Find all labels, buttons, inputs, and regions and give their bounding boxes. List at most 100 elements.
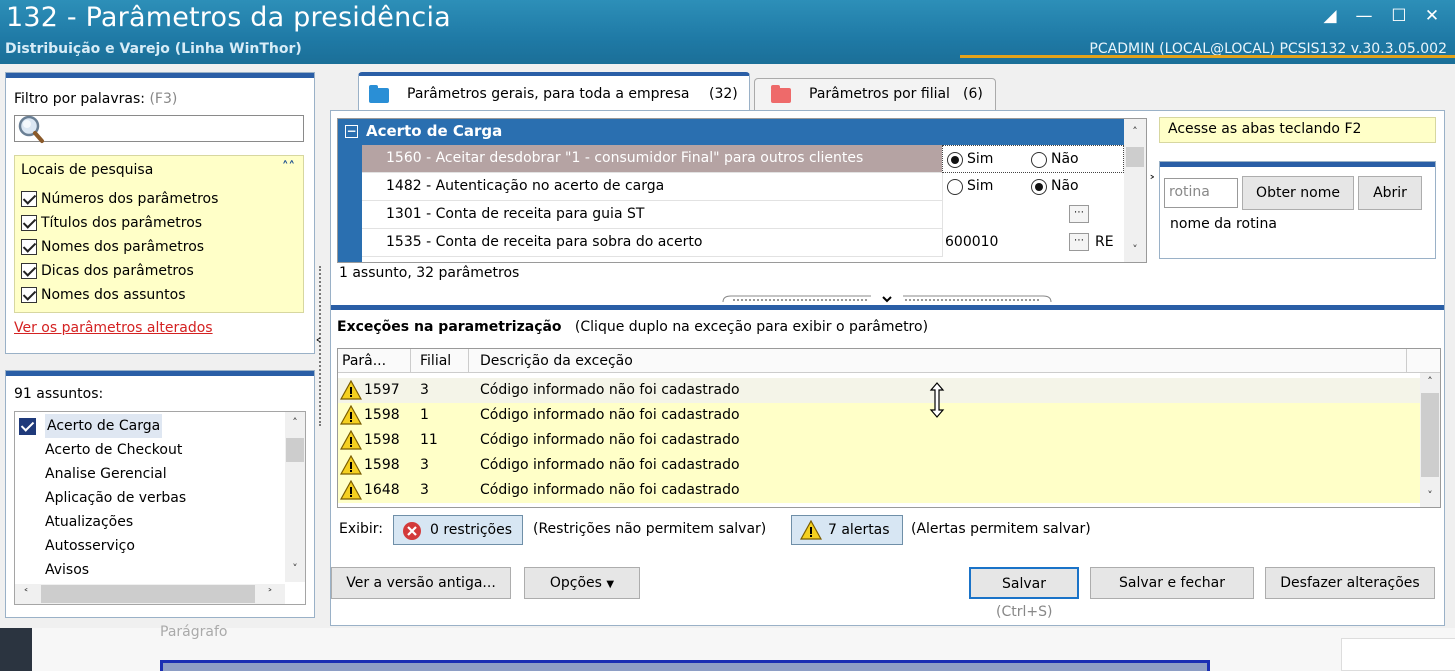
param-value: 600010: [945, 234, 999, 250]
panel-accent-bar: [6, 371, 314, 376]
col-header[interactable]: Descrição da exceção: [480, 353, 633, 369]
maximize-button[interactable]: ☐: [1385, 4, 1413, 28]
checkbox-checked[interactable]: [21, 191, 37, 207]
tab-branch-params[interactable]: Parâmetros por filial (6): [754, 78, 996, 112]
param-row[interactable]: 1560 - Aceitar desdobrar "1 - consumidor…: [362, 145, 1124, 173]
param-row[interactable]: 1482 - Autenticação no acerto de carga S…: [362, 173, 1124, 201]
checkbox-checked[interactable]: [21, 239, 37, 255]
checkbox-checked[interactable]: [21, 263, 37, 279]
scroll-down-icon[interactable]: ˅: [1421, 487, 1439, 505]
option-numeros[interactable]: Números dos parâmetros: [21, 188, 218, 210]
horizontal-splitter[interactable]: [721, 294, 1053, 304]
scroll-thumb[interactable]: [41, 585, 255, 603]
restrictions-toggle[interactable]: 0 restrições: [393, 515, 523, 545]
radio-no[interactable]: [1031, 152, 1047, 168]
subjects-list[interactable]: Acerto de Carga Acerto de Checkout Anali…: [14, 411, 306, 605]
get-name-button[interactable]: Obter nome: [1242, 176, 1354, 210]
scroll-down-icon[interactable]: ˅: [286, 560, 304, 578]
option-nomes[interactable]: Nomes dos parâmetros: [21, 236, 204, 258]
list-item[interactable]: Atualizações: [45, 510, 133, 534]
scroll-down-icon[interactable]: ˅: [1126, 241, 1144, 259]
scroll-right-icon[interactable]: ˃: [261, 585, 279, 603]
scroll-up-icon[interactable]: ˄: [286, 414, 304, 432]
column-divider[interactable]: [410, 349, 411, 373]
scroll-thumb[interactable]: [1126, 147, 1144, 167]
scroll-up-icon[interactable]: ˄: [1126, 123, 1144, 141]
param-value-cell[interactable]: 600010 ⋯ RE: [942, 229, 1124, 257]
scroll-thumb[interactable]: [1421, 393, 1439, 477]
list-item[interactable]: Acerto de Checkout: [45, 438, 182, 462]
tab-content: − Acerto de Carga 1560 - Aceitar desdobr…: [330, 110, 1445, 626]
warning-icon: [340, 480, 362, 500]
option-titulos[interactable]: Títulos dos parâmetros: [21, 212, 202, 234]
warning-icon: [340, 380, 362, 400]
tab-hint: Acesse as abas teclando F2: [1159, 117, 1436, 143]
table-row[interactable]: 1598 3 Código informado não foi cadastra…: [338, 453, 1420, 478]
exceptions-filter-row: Exibir: 0 restrições (Restrições não per…: [337, 515, 1437, 545]
table-row[interactable]: 1598 11 Código informado não foi cadastr…: [338, 428, 1420, 453]
param-row[interactable]: 1535 - Conta de receita para sobra do ac…: [362, 229, 1124, 257]
option-assuntos[interactable]: Nomes dos assuntos: [21, 284, 186, 306]
list-item[interactable]: Acerto de Carga: [45, 414, 163, 438]
scroll-thumb[interactable]: [286, 438, 304, 462]
edit-icon[interactable]: ◢: [1316, 4, 1344, 28]
filter-search-input[interactable]: [14, 115, 304, 143]
col-header[interactable]: Parâ...: [342, 353, 386, 369]
checkbox-checked[interactable]: [21, 287, 37, 303]
scroll-left-icon[interactable]: ˂: [17, 585, 35, 603]
chevron-right-icon[interactable]: ˃: [1149, 175, 1156, 190]
group-gutter: [338, 145, 362, 262]
horizontal-scrollbar[interactable]: ˂ ˃: [15, 584, 285, 604]
undo-changes-button[interactable]: Desfazer alterações: [1265, 567, 1435, 599]
param-value-cell[interactable]: Sim Não: [942, 173, 1124, 201]
table-row[interactable]: 1598 1 Código informado não foi cadastra…: [338, 403, 1420, 428]
column-divider[interactable]: [1406, 349, 1407, 373]
list-item[interactable]: Avisos: [45, 558, 89, 582]
radio-yes[interactable]: [947, 152, 963, 168]
ellipsis-button[interactable]: ⋯: [1069, 205, 1089, 223]
vertical-scrollbar[interactable]: ˄ ˅: [285, 412, 305, 582]
table-row[interactable]: 1648 3 Código informado não foi cadastra…: [338, 478, 1420, 503]
folder-icon: [369, 85, 389, 103]
view-changed-params-link[interactable]: Ver os parâmetros alterados: [14, 320, 213, 336]
save-close-button[interactable]: Salvar e fechar: [1090, 567, 1254, 599]
radio-no[interactable]: [1031, 179, 1047, 195]
save-button[interactable]: Salvar: [969, 567, 1079, 599]
ellipsis-button[interactable]: ⋯: [1069, 233, 1089, 251]
checkbox-checked[interactable]: [21, 215, 37, 231]
column-divider[interactable]: [468, 349, 469, 373]
list-item[interactable]: Autosserviço: [45, 534, 135, 558]
vertical-scrollbar[interactable]: ˄ ˅: [1124, 119, 1146, 262]
save-shortcut: (Ctrl+S): [996, 604, 1053, 620]
exceptions-header: Parâ... Filial Descrição da exceção: [338, 349, 1440, 373]
vertical-splitter[interactable]: ˂: [315, 262, 327, 432]
alerts-toggle[interactable]: 7 alertas: [791, 515, 903, 545]
param-row[interactable]: 1301 - Conta de receita para guia ST ⋯: [362, 201, 1124, 229]
params-group-header[interactable]: − Acerto de Carga: [338, 119, 1124, 145]
open-button[interactable]: Abrir: [1358, 176, 1422, 210]
scroll-up-icon[interactable]: ˄: [1421, 373, 1439, 391]
subjects-panel: 91 assuntos: Acerto de Carga Acerto de C…: [5, 370, 315, 618]
list-item[interactable]: Aplicação de verbas: [45, 486, 186, 510]
collapse-icon[interactable]: ˄˄: [282, 160, 295, 175]
table-row[interactable]: 1597 3 Código informado não foi cadastra…: [338, 378, 1420, 403]
param-value-cell[interactable]: Sim Não: [942, 145, 1124, 173]
collapse-group-icon[interactable]: −: [345, 125, 358, 138]
option-dicas[interactable]: Dicas dos parâmetros: [21, 260, 194, 282]
background-window: Parágrafo: [0, 624, 1455, 671]
minimize-button[interactable]: —: [1350, 4, 1378, 28]
title-bar: 132 - Parâmetros da presidência Distribu…: [0, 0, 1455, 64]
param-value-cell[interactable]: ⋯: [942, 201, 1124, 229]
vertical-scrollbar[interactable]: ˄ ˅: [1420, 373, 1440, 507]
list-item[interactable]: Analise Gerencial: [45, 462, 167, 486]
radio-yes[interactable]: [947, 179, 963, 195]
options-button[interactable]: Opções ▼: [524, 567, 640, 599]
warning-icon: [340, 405, 362, 425]
col-header[interactable]: Filial: [420, 353, 451, 369]
chevron-left-icon[interactable]: ˂: [315, 338, 322, 353]
old-version-button[interactable]: Ver a versão antiga...: [331, 567, 511, 599]
routine-input[interactable]: rotina: [1164, 178, 1238, 208]
close-button[interactable]: ✕: [1418, 4, 1446, 28]
checkbox-checked[interactable]: [19, 418, 36, 435]
alerts-note: (Alertas permitem salvar): [911, 521, 1091, 537]
